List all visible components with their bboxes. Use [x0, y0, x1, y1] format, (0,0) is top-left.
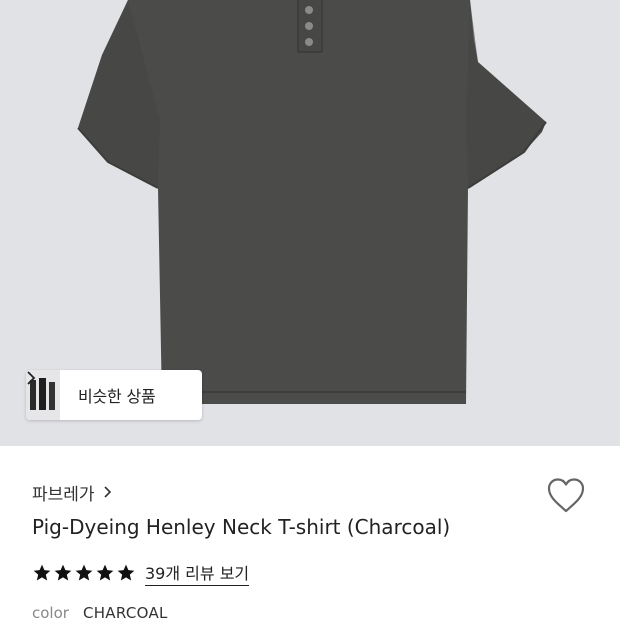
star-icon — [54, 564, 72, 581]
wishlist-button[interactable] — [546, 476, 586, 516]
star-rating — [32, 563, 136, 583]
product-image[interactable]: 비슷한 상품 — [0, 0, 620, 446]
star-icon — [117, 564, 135, 581]
chevron-right-icon — [103, 485, 112, 499]
brand-name: 파브레가 — [32, 484, 95, 505]
color-row: color CHARCOAL — [32, 604, 168, 622]
star-icon — [75, 564, 93, 581]
similar-products-button[interactable]: 비슷한 상품 — [26, 370, 202, 420]
rating-row: 39개 리뷰 보기 — [32, 560, 250, 586]
product-title: Pig-Dyeing Henley Neck T-shirt (Charcoal… — [32, 515, 451, 539]
star-icon — [96, 564, 114, 581]
similar-products-label: 비슷한 상품 — [78, 387, 156, 406]
heart-icon — [547, 478, 585, 513]
color-value: CHARCOAL — [82, 604, 168, 622]
star-icon — [33, 564, 51, 581]
review-link[interactable]: 39개 리뷰 보기 — [145, 560, 250, 586]
color-label: color — [32, 604, 69, 622]
brand-link[interactable]: 파브레가 — [32, 480, 112, 505]
